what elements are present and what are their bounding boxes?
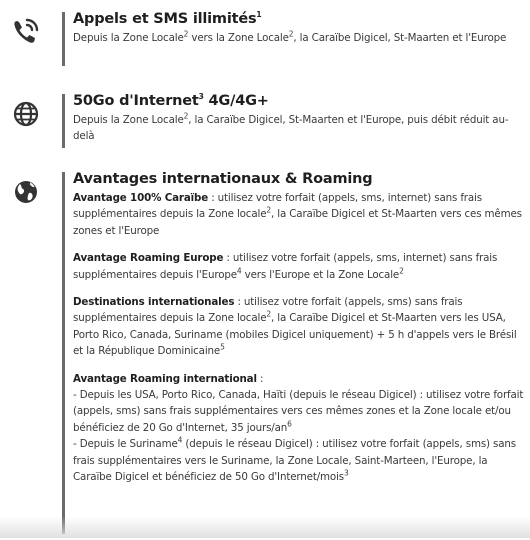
earth-icon <box>8 174 44 210</box>
phone-wifi-icon <box>8 14 44 50</box>
list-item: - Depuis le Suriname4 (depuis le réseau … <box>73 435 516 484</box>
paragraph-roaming-europe: Avantage Roaming Europe : utilisez votre… <box>73 252 498 281</box>
feature-title: 50Go d'Internet3 4G/4G+ <box>73 92 269 109</box>
feature-internet: 50Go d'Internet3 4G/4G+ Depuis la Zone L… <box>0 92 530 152</box>
accent-bar <box>62 94 65 148</box>
feature-international-roaming: Avantages internationaux & Roaming Avant… <box>0 170 530 540</box>
paragraph-destinations: Destinations internationales : utilisez … <box>73 296 517 358</box>
feature-title: Appels et SMS illimités1 <box>73 10 262 27</box>
feature-paragraphs: Avantage 100% Caraïbe : utilisez votre f… <box>73 190 526 486</box>
paragraph-caraibe: Avantage 100% Caraïbe : utilisez votre f… <box>73 192 522 237</box>
globe-icon <box>8 96 44 132</box>
feature-description: Depuis la Zone Locale2 vers la Zone Loca… <box>73 29 507 44</box>
feature-calls-sms: Appels et SMS illimités1 Depuis la Zone … <box>0 10 530 70</box>
bottom-fade <box>0 516 530 538</box>
accent-bar <box>62 172 65 534</box>
feature-title: Avantages internationaux & Roaming <box>73 171 373 187</box>
paragraph-roaming-international: Avantage Roaming international : - Depui… <box>73 371 526 486</box>
accent-bar <box>62 12 65 66</box>
list-item: - Depuis les USA, Porto Rico, Canada, Ha… <box>73 389 524 434</box>
feature-description: Depuis la Zone Locale2, la Caraïbe Digic… <box>73 111 509 143</box>
